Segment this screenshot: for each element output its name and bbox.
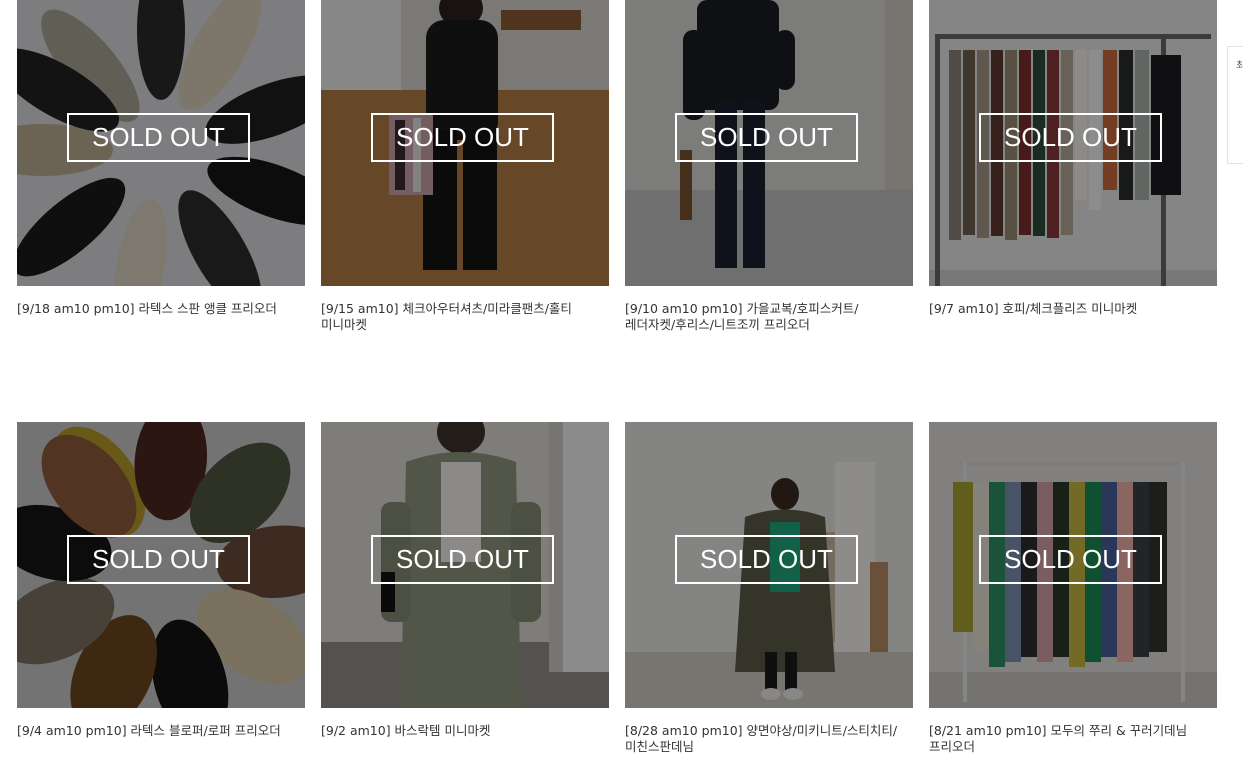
product-thumbnail[interactable]: SOLD OUT (17, 422, 305, 708)
product-name[interactable]: [8/21 am10 pm10] 모두의 쭈리 & 꾸러기데님 프리오더 (929, 723, 1217, 755)
sold-out-badge: SOLD OUT (979, 113, 1162, 162)
product-name[interactable]: [9/10 am10 pm10] 가을교복/호피스커트/레더자켓/후리스/니트조… (625, 301, 913, 333)
sold-out-badge: SOLD OUT (67, 535, 250, 584)
sold-out-badge: SOLD OUT (979, 535, 1162, 584)
product-name[interactable]: [9/2 am10] 바스락템 미니마켓 (321, 723, 609, 739)
product-card[interactable]: SOLD OUT [8/21 am10 pm10] 모두의 쭈리 & 꾸러기데님… (929, 422, 1217, 755)
product-name[interactable]: [9/18 am10 pm10] 라텍스 스판 앵클 프리오더 (17, 301, 305, 317)
product-name[interactable]: [9/7 am10] 호피/체크플리즈 미니마켓 (929, 301, 1217, 317)
product-card[interactable]: SOLD OUT [9/2 am10] 바스락템 미니마켓 (321, 422, 609, 739)
sold-out-badge: SOLD OUT (675, 535, 858, 584)
side-floating-tab[interactable]: 최 (1227, 46, 1243, 164)
product-card[interactable]: SOLD OUT [9/10 am10 pm10] 가을교복/호피스커트/레더자… (625, 0, 913, 333)
sold-out-badge: SOLD OUT (675, 113, 858, 162)
product-list-page: SOLD OUT [9/18 am10 pm10] 라텍스 스판 앵클 프리오더 (0, 0, 1243, 773)
product-card[interactable]: SOLD OUT [9/7 am10] 호피/체크플리즈 미니마켓 (929, 0, 1217, 317)
product-thumbnail[interactable]: SOLD OUT (929, 0, 1217, 286)
side-tab-label: 최 (1236, 61, 1243, 72)
product-thumbnail[interactable]: SOLD OUT (321, 0, 609, 286)
product-card[interactable]: SOLD OUT [9/18 am10 pm10] 라텍스 스판 앵클 프리오더 (17, 0, 305, 317)
product-name[interactable]: [9/4 am10 pm10] 라텍스 블로퍼/로퍼 프리오더 (17, 723, 305, 739)
product-thumbnail[interactable]: SOLD OUT (625, 422, 913, 708)
product-name[interactable]: [9/15 am10] 체크아우터셔츠/미라클팬츠/홀티 미니마켓 (321, 301, 609, 333)
sold-out-badge: SOLD OUT (371, 113, 554, 162)
product-card[interactable]: SOLD OUT [8/28 am10 pm10] 양면야상/미키니트/스티치티… (625, 422, 913, 755)
product-thumbnail[interactable]: SOLD OUT (625, 0, 913, 286)
product-thumbnail[interactable]: SOLD OUT (929, 422, 1217, 708)
sold-out-badge: SOLD OUT (67, 113, 250, 162)
product-name[interactable]: [8/28 am10 pm10] 양면야상/미키니트/스티치티/미친스판데님 (625, 723, 913, 755)
product-card[interactable]: SOLD OUT [9/4 am10 pm10] 라텍스 블로퍼/로퍼 프리오더 (17, 422, 305, 739)
product-card[interactable]: SOLD OUT [9/15 am10] 체크아우터셔츠/미라클팬츠/홀티 미니… (321, 0, 609, 333)
sold-out-badge: SOLD OUT (371, 535, 554, 584)
product-thumbnail[interactable]: SOLD OUT (17, 0, 305, 286)
product-thumbnail[interactable]: SOLD OUT (321, 422, 609, 708)
